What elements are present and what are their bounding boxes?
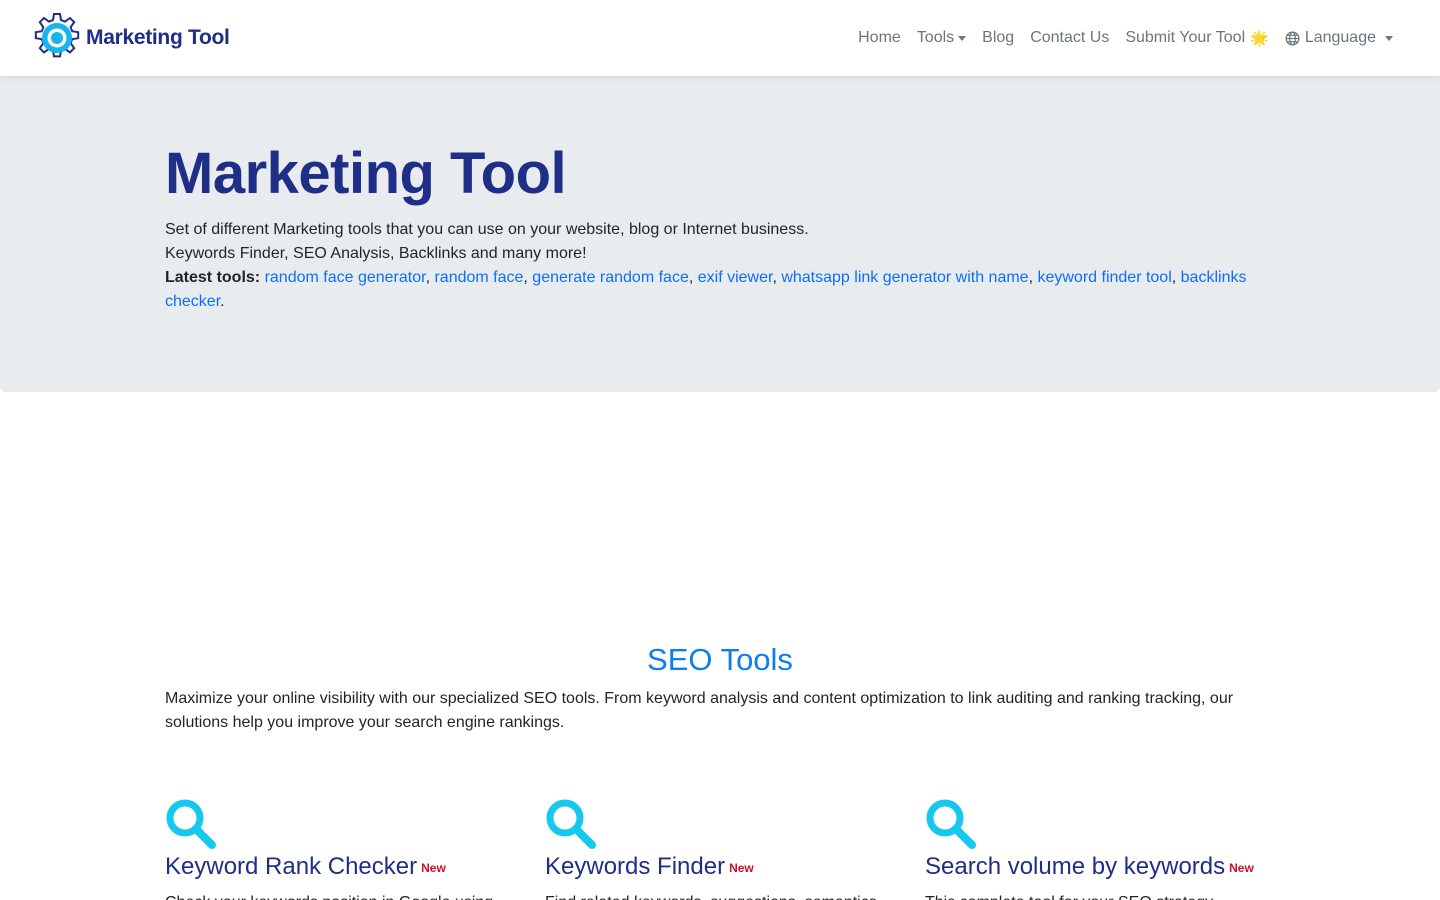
tool-card-keywords-finder[interactable]: Keywords FinderNew Find related keywords…	[545, 798, 905, 900]
card-title-text: Keywords Finder	[545, 853, 726, 880]
hero-title: Marketing Tool	[165, 141, 567, 206]
seo-section-title: SEO Tools	[647, 642, 793, 677]
latest-tools: Latest tools: random face generator, ran…	[165, 269, 1247, 310]
latest-link-exif-viewer[interactable]: exif viewer	[698, 269, 773, 286]
nav-tools-label: Tools	[916, 29, 955, 46]
caret-down-icon	[1385, 35, 1393, 41]
latest-link-random-face[interactable]: random face	[434, 269, 523, 286]
latest-link-keyword-finder-tool[interactable]: keyword finder tool	[1037, 269, 1171, 286]
brand-name: Marketing Tool	[86, 26, 230, 49]
card-title[interactable]: Search volume by keywords New	[925, 852, 1285, 883]
latest-tools-label: Latest tools:	[165, 269, 261, 286]
card-description: Check your keywords position in Google u…	[165, 891, 525, 900]
search-icon	[546, 799, 596, 849]
nav-submit-tool[interactable]: Submit Your Tool 🌟	[1117, 21, 1276, 55]
card-title-text: Search volume by keywords	[925, 853, 1226, 880]
new-badge: New	[421, 861, 446, 875]
search-icon	[166, 799, 216, 849]
nav-submit-label: Submit Your Tool	[1125, 29, 1246, 46]
navbar: Marketing Tool Home Tools Blog Contact U…	[0, 0, 1440, 76]
nav-language-dropdown[interactable]: Language	[1277, 21, 1401, 55]
tool-card-keyword-rank-checker[interactable]: Keyword Rank CheckerNew Check your keywo…	[165, 798, 525, 900]
brand-link[interactable]: Marketing Tool	[31, 12, 230, 64]
nav-home-label: Home	[858, 29, 901, 46]
hero-text: Set of different Marketing tools that yo…	[165, 218, 1275, 314]
nav-contact-label: Contact Us	[1030, 29, 1110, 46]
globe-icon	[1285, 31, 1300, 45]
hero-line-1: Set of different Marketing tools that yo…	[165, 221, 809, 238]
gear-logo-icon	[34, 13, 80, 58]
card-title-text: Keyword Rank Checker	[165, 853, 418, 880]
search-icon	[926, 799, 976, 849]
main-nav: Home Tools Blog Contact Us Submit Your T…	[850, 21, 1409, 55]
latest-link-generate-random-face[interactable]: generate random face	[532, 269, 689, 286]
latest-link-whatsapp-link-generator[interactable]: whatsapp link generator with name	[781, 269, 1028, 286]
card-title[interactable]: Keywords Finder New	[545, 852, 905, 883]
nav-tools-dropdown[interactable]: Tools	[909, 21, 974, 55]
card-description: Find related keywords, suggestions, sema…	[545, 891, 905, 900]
latest-link-random-face-generator[interactable]: random face generator	[265, 269, 426, 286]
tool-card-search-volume[interactable]: Search volume by keywordsNew This comple…	[925, 798, 1285, 900]
nav-language-label: Language	[1304, 29, 1376, 46]
seo-section-description: Maximize your online visibility with our…	[165, 690, 1234, 731]
nav-blog-label: Blog	[982, 29, 1015, 46]
nav-blog[interactable]: Blog	[974, 21, 1022, 55]
card-description: This complete tool for your SEO strategy	[925, 891, 1285, 900]
nav-contact[interactable]: Contact Us	[1022, 21, 1117, 55]
new-badge: New	[1229, 861, 1254, 875]
hero-content: Marketing Tool Set of different Marketin…	[165, 140, 1275, 314]
caret-down-icon	[958, 35, 967, 41]
nav-home[interactable]: Home	[850, 21, 909, 55]
card-title[interactable]: Keyword Rank Checker New	[165, 852, 525, 883]
hero-section: Marketing Tool Set of different Marketin…	[0, 76, 1440, 392]
hero-line-2: Keywords Finder, SEO Analysis, Backlinks…	[165, 245, 587, 262]
star-emoji-icon: 🌟	[1250, 30, 1269, 47]
new-badge: New	[729, 861, 754, 875]
